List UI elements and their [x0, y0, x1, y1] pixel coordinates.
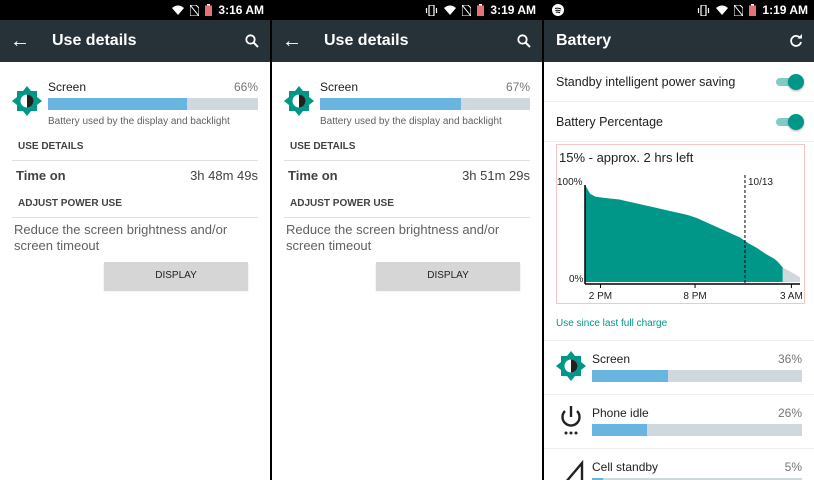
no-sim-icon — [734, 4, 744, 16]
no-sim-icon — [462, 4, 472, 16]
adjust-power-header: ADJUST POWER USE — [18, 198, 122, 209]
time-on-value: 3h 51m 29s — [462, 167, 530, 183]
screen-label: Screen — [320, 80, 359, 94]
time-on-row: Time on 3h 51m 29s — [272, 161, 542, 189]
x-tick-label: 8 PM — [683, 291, 706, 302]
screen-usage-bar — [320, 98, 530, 110]
y-tick-label: 100% — [557, 177, 583, 188]
battery-low-icon — [205, 4, 213, 16]
toolbar-title: Use details — [324, 32, 409, 49]
battery-percentage-row[interactable]: Battery Percentage — [544, 102, 814, 142]
battery-percentage-label: Battery Percentage — [556, 114, 664, 129]
vibrate-icon — [425, 4, 438, 16]
power-icon — [561, 406, 581, 435]
back-arrow-icon[interactable]: ← — [272, 30, 312, 53]
battery-item-bar — [592, 370, 802, 382]
battery-history-chart[interactable]: 10/13 100% 0% 2 PM 8 PM 3 AM 15% - approx. 2 … — [556, 144, 805, 304]
status-bar: 3:16 AM — [0, 0, 270, 20]
battery-item-percent: 26% — [777, 406, 802, 420]
refresh-icon[interactable] — [778, 34, 814, 48]
toolbar-title: Battery — [556, 32, 612, 49]
battery-item-label: Phone idle — [592, 406, 649, 420]
standby-power-saving-row[interactable]: Standby intelligent power saving — [544, 62, 814, 102]
screen-usage-row: Screen 67% Battery used by the display a… — [272, 62, 542, 132]
battery-item-label: Screen — [592, 352, 631, 366]
screen-usage-row: Screen 66% Battery used by the display a… — [0, 62, 270, 132]
time-on-row: Time on 3h 48m 49s — [0, 161, 270, 189]
battery-item-fill — [592, 370, 668, 382]
battery-chart-svg: 10/13 100% 0% 2 PM 8 PM 3 AM — [557, 175, 803, 302]
battery-projection-area — [782, 267, 800, 282]
power-advice: Reduce the screen brightness and/or scre… — [14, 222, 228, 253]
battery-item-percent: 36% — [777, 352, 802, 366]
display-button[interactable]: DISPLAY — [376, 262, 520, 290]
use-since-charge-link[interactable]: Use since last full charge — [544, 304, 814, 340]
brightness-icon — [556, 351, 586, 381]
battery-item-fill — [592, 424, 647, 436]
status-time: 3:19 AM — [490, 3, 536, 17]
screen-description: Battery used by the display and backligh… — [320, 116, 502, 127]
screen-label: Screen — [48, 80, 87, 94]
battery-item-bar — [592, 424, 802, 436]
standby-power-saving-toggle[interactable] — [774, 73, 804, 90]
battery-low-icon — [477, 4, 485, 16]
time-on-label: Time on — [16, 167, 66, 183]
display-button[interactable]: DISPLAY — [104, 262, 248, 290]
screen-usage-fill — [320, 98, 461, 110]
battery-panel: 1:19 AM Battery Standby intelligent powe… — [544, 0, 814, 480]
use-details-header: USE DETAILS — [290, 141, 356, 152]
status-time: 3:16 AM — [218, 3, 264, 17]
battery-low-icon — [749, 4, 757, 16]
time-on-label: Time on — [288, 167, 338, 183]
screen-description: Battery used by the display and backligh… — [48, 116, 230, 127]
brightness-icon — [12, 86, 42, 116]
status-time: 1:19 AM — [762, 3, 808, 17]
adjust-power-header: ADJUST POWER USE — [290, 198, 394, 209]
power-advice: Reduce the screen brightness and/or scre… — [286, 222, 500, 253]
battery-percentage-toggle[interactable] — [774, 113, 804, 130]
battery-item-percent: 5% — [784, 460, 802, 474]
battery-item-label: Cell standby — [592, 460, 659, 474]
spotify-icon — [552, 4, 564, 16]
wifi-icon — [172, 5, 185, 15]
screen-percent: 66% — [233, 80, 258, 94]
use-details-panel-1: 3:16 AM ← Use details Screen 66% Battery… — [0, 0, 270, 480]
cell-signal-icon — [566, 459, 584, 480]
wifi-icon — [716, 5, 729, 15]
battery-item-phone-idle[interactable]: Phone idle 26% — [544, 394, 814, 448]
y-tick-label: 0% — [569, 274, 584, 285]
wifi-icon — [444, 5, 457, 15]
status-bar: 3:19 AM — [272, 0, 542, 20]
status-bar: 1:19 AM — [544, 0, 814, 20]
brightness-icon — [284, 86, 314, 116]
battery-item-cell-standby[interactable]: Cell standby 5% — [544, 448, 814, 480]
use-details-header: USE DETAILS — [18, 141, 84, 152]
battery-item-screen[interactable]: Screen 36% — [544, 340, 814, 394]
toolbar: Battery — [544, 20, 814, 62]
use-details-panel-2: 3:19 AM ← Use details Screen 67% Battery… — [272, 0, 542, 480]
x-tick-label: 3 AM — [780, 291, 803, 302]
time-on-value: 3h 48m 49s — [190, 167, 258, 183]
battery-level-area — [585, 185, 783, 282]
chart-title: 15% - approx. 2 hrs left — [559, 150, 694, 165]
screen-percent: 67% — [505, 80, 530, 94]
vibrate-icon — [697, 4, 710, 16]
toolbar: ← Use details — [272, 20, 542, 62]
no-sim-icon — [190, 4, 200, 16]
search-icon[interactable] — [506, 34, 542, 48]
search-icon[interactable] — [234, 34, 270, 48]
standby-power-saving-label: Standby intelligent power saving — [556, 74, 736, 89]
x-tick-label: 2 PM — [589, 291, 612, 302]
toolbar-title: Use details — [52, 32, 137, 49]
back-arrow-icon[interactable]: ← — [0, 30, 40, 53]
screen-usage-fill — [48, 98, 187, 110]
date-marker-label: 10/13 — [748, 177, 773, 188]
toolbar: ← Use details — [0, 20, 270, 62]
screen-usage-bar — [48, 98, 258, 110]
